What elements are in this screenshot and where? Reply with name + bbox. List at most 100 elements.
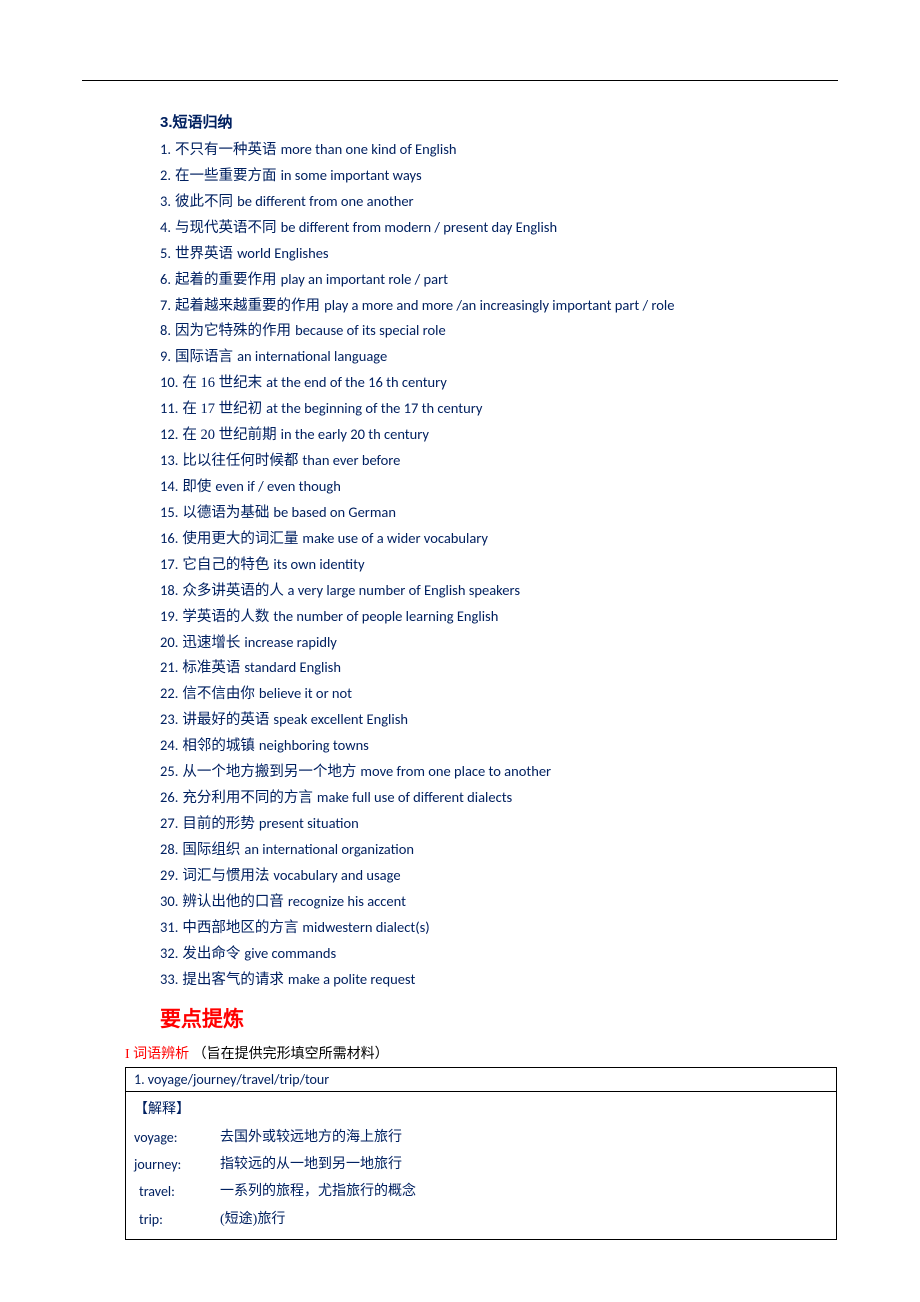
- phrase-item: 6. 起着的重要作用 play an important role / part: [160, 268, 837, 293]
- phrase-chinese: 在 17 世纪初: [182, 401, 262, 417]
- phrase-number: 22.: [160, 684, 178, 702]
- phrase-item: 22. 信不信由你 believe it or not: [160, 682, 837, 707]
- phrase-english: than ever before: [302, 451, 400, 469]
- phrase-number: 9.: [160, 347, 171, 365]
- phrase-english: present situation: [259, 814, 359, 832]
- phrase-english: play a more and more /an increasingly im…: [324, 296, 674, 314]
- phrase-item: 9. 国际语言 an international language: [160, 345, 837, 370]
- document-page: 3.短语归纳 1. 不只有一种英语 more than one kind of …: [0, 0, 920, 1280]
- phrase-english: move from one place to another: [360, 762, 551, 780]
- phrase-chinese: 即使: [182, 479, 211, 495]
- definition-description: 指较远的从一地到另一地旅行: [220, 1151, 402, 1178]
- phrase-number: 19.: [160, 607, 178, 625]
- phrase-chinese: 提出客气的请求: [182, 972, 284, 988]
- definition-term: voyage:: [134, 1124, 220, 1151]
- phrase-english: standard English: [244, 658, 341, 676]
- phrase-item: 17. 它自己的特色 its own identity: [160, 553, 837, 578]
- phrase-chinese: 它自己的特色: [182, 557, 269, 573]
- phrase-item: 23. 讲最好的英语 speak excellent English: [160, 708, 837, 733]
- phrase-item: 33. 提出客气的请求 make a polite request: [160, 968, 837, 993]
- definition-box-title: 1. voyage/journey/travel/trip/tour: [126, 1068, 836, 1092]
- phrase-chinese: 国际组织: [182, 842, 240, 858]
- phrase-item: 21. 标准英语 standard English: [160, 656, 837, 681]
- phrase-english: recognize his accent: [288, 892, 406, 910]
- phrase-number: 13.: [160, 451, 178, 469]
- phrase-number: 21.: [160, 658, 178, 676]
- definition-row: trip:(短途)旅行: [134, 1206, 828, 1233]
- phrase-english: a very large number of English speakers: [288, 581, 521, 599]
- phrase-english: be based on German: [273, 503, 396, 521]
- content-area: 3.短语归纳 1. 不只有一种英语 more than one kind of …: [0, 111, 920, 1240]
- phrase-number: 2.: [160, 166, 171, 184]
- phrase-item: 27. 目前的形势 present situation: [160, 812, 837, 837]
- definition-description: (短途)旅行: [220, 1206, 285, 1233]
- phrases-list: 1. 不只有一种英语 more than one kind of English…: [160, 138, 837, 992]
- definition-term: trip:: [134, 1206, 220, 1233]
- phrase-number: 15.: [160, 503, 178, 521]
- phrase-item: 12. 在 20 世纪前期 in the early 20 th century: [160, 423, 837, 448]
- phrase-item: 14. 即使 even if / even though: [160, 475, 837, 500]
- phrase-number: 11.: [160, 399, 178, 417]
- phrase-item: 1. 不只有一种英语 more than one kind of English: [160, 138, 837, 163]
- phrase-item: 26. 充分利用不同的方言 make full use of different…: [160, 786, 837, 811]
- phrase-chinese: 因为它特殊的作用: [175, 323, 291, 339]
- definition-description: 一系列的旅程，尤指旅行的概念: [220, 1178, 416, 1205]
- phrase-english: an international organization: [244, 840, 414, 858]
- phrase-chinese: 标准英语: [182, 660, 240, 676]
- phrase-number: 24.: [160, 736, 178, 754]
- phrase-number: 33.: [160, 970, 178, 988]
- phrase-item: 24. 相邻的城镇 neighboring towns: [160, 734, 837, 759]
- phrase-english: in some important ways: [281, 166, 422, 184]
- phrase-item: 3. 彼此不同 be different from one another: [160, 190, 837, 215]
- phrase-chinese: 目前的形势: [182, 816, 255, 832]
- phrase-chinese: 学英语的人数: [182, 609, 269, 625]
- phrase-item: 18. 众多讲英语的人 a very large number of Engli…: [160, 579, 837, 604]
- phrases-section-header: 3.短语归纳: [160, 111, 837, 132]
- phrase-item: 5. 世界英语 world Englishes: [160, 242, 837, 267]
- phrase-chinese: 从一个地方搬到另一个地方: [182, 764, 356, 780]
- phrase-item: 8. 因为它特殊的作用 because of its special role: [160, 319, 837, 344]
- phrase-english: give commands: [244, 944, 336, 962]
- vocab-analysis-note: （旨在提供完形填空所需材料）: [189, 1047, 389, 1062]
- phrase-english: an international language: [237, 347, 387, 365]
- explain-label: 【解释】: [134, 1096, 828, 1123]
- phrase-number: 29.: [160, 866, 178, 884]
- phrase-number: 10.: [160, 373, 178, 391]
- phrase-item: 10. 在 16 世纪末 at the end of the 16 th cen…: [160, 371, 837, 396]
- definition-term: journey:: [134, 1151, 220, 1178]
- phrase-english: in the early 20 th century: [281, 425, 429, 443]
- phrase-chinese: 信不信由你: [182, 686, 255, 702]
- phrase-english: be different from modern / present day E…: [281, 218, 558, 236]
- phrase-number: 26.: [160, 788, 178, 806]
- phrase-english: believe it or not: [259, 684, 352, 702]
- phrase-chinese: 迅速增长: [182, 635, 240, 651]
- phrase-chinese: 众多讲英语的人: [182, 583, 287, 599]
- definition-row: journey:指较远的从一地到另一地旅行: [134, 1151, 828, 1178]
- definitions-list: voyage:去国外或较远地方的海上旅行journey:指较远的从一地到另一地旅…: [134, 1124, 828, 1233]
- phrase-english: world Englishes: [237, 244, 329, 262]
- vocab-analysis-label: I 词语辨析: [125, 1047, 189, 1062]
- phrase-item: 29. 词汇与惯用法 vocabulary and usage: [160, 864, 837, 889]
- phrase-english: the number of people learning English: [273, 607, 498, 625]
- phrase-number: 25.: [160, 762, 178, 780]
- phrase-chinese: 讲最好的英语: [182, 712, 269, 728]
- phrase-item: 25. 从一个地方搬到另一个地方 move from one place to …: [160, 760, 837, 785]
- phrase-number: 27.: [160, 814, 178, 832]
- phrase-chinese: 与现代英语不同: [175, 220, 277, 236]
- phrase-item: 7. 起着越来越重要的作用 play a more and more /an i…: [160, 294, 837, 319]
- phrase-chinese: 辨认出他的口音: [182, 894, 284, 910]
- phrase-number: 8.: [160, 321, 171, 339]
- phrase-number: 32.: [160, 944, 178, 962]
- phrase-chinese: 使用更大的词汇量: [182, 531, 298, 547]
- phrase-number: 3.: [160, 192, 171, 210]
- phrase-item: 19. 学英语的人数 the number of people learning…: [160, 605, 837, 630]
- phrase-chinese: 起着越来越重要的作用: [175, 298, 320, 314]
- phrase-item: 2. 在一些重要方面 in some important ways: [160, 164, 837, 189]
- phrase-number: 4.: [160, 218, 171, 236]
- phrase-chinese: 词汇与惯用法: [182, 868, 269, 884]
- phrase-english: increase rapidly: [244, 633, 336, 651]
- phrase-number: 16.: [160, 529, 178, 547]
- phrase-chinese: 相邻的城镇: [182, 738, 255, 754]
- phrase-item: 31. 中西部地区的方言 midwestern dialect(s): [160, 916, 837, 941]
- vocab-analysis-subheader: I 词语辨析 （旨在提供完形填空所需材料）: [125, 1043, 837, 1063]
